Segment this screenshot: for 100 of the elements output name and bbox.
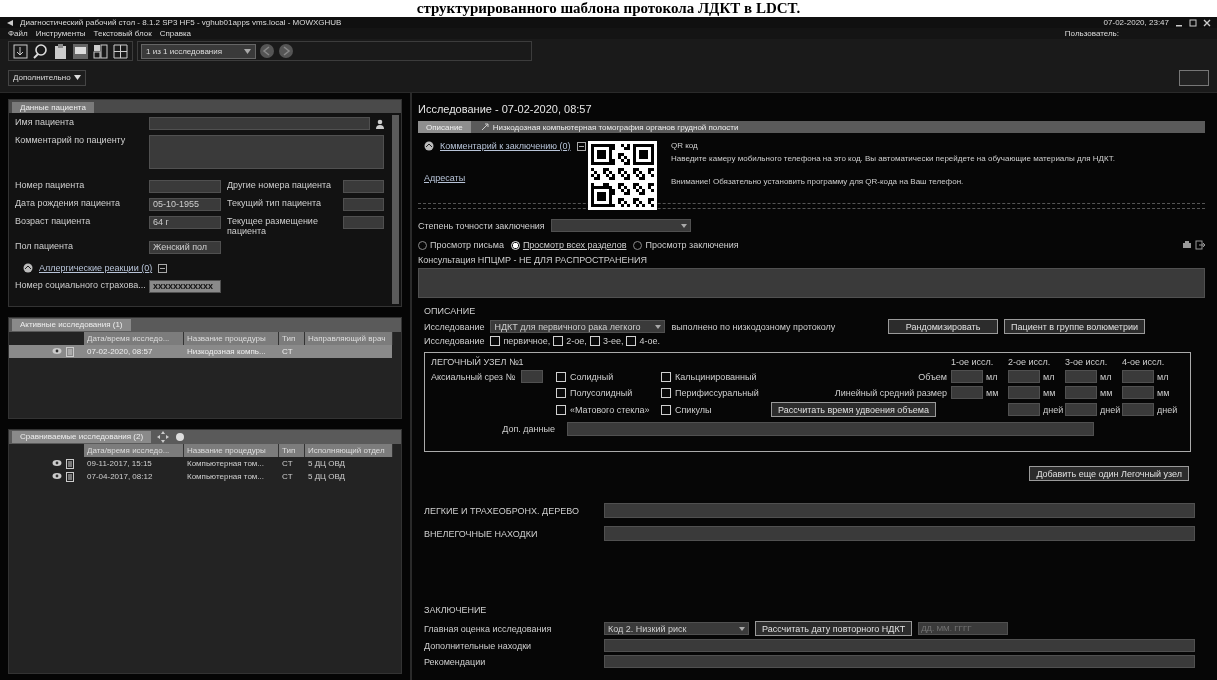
table-cell-text: 07-04-2017, 08:12 bbox=[86, 472, 154, 481]
checkbox[interactable] bbox=[490, 336, 501, 346]
input-field[interactable] bbox=[1065, 386, 1097, 399]
input-field[interactable] bbox=[951, 370, 983, 383]
field-label: Доп. данные bbox=[501, 424, 556, 434]
document-icon[interactable] bbox=[66, 471, 74, 482]
forward-icon[interactable] bbox=[278, 43, 294, 59]
table-row[interactable]: 07-04-2017, 08:12 Компьютерная том... CT 5 ДЦ ОВД bbox=[9, 470, 392, 483]
eye-icon[interactable] bbox=[52, 458, 62, 467]
tab[interactable]: Низкодозная компьютерная томография органов грудной полости bbox=[472, 121, 747, 133]
input-field[interactable]: Женский пол bbox=[149, 241, 221, 254]
eye-icon[interactable] bbox=[52, 471, 62, 480]
more-button[interactable]: Дополнительно bbox=[8, 69, 86, 86]
unit-label: мл bbox=[1043, 371, 1055, 382]
input-field[interactable] bbox=[149, 117, 370, 130]
move-icon[interactable] bbox=[157, 431, 170, 443]
radio-button[interactable] bbox=[633, 240, 643, 250]
radio-button[interactable] bbox=[418, 240, 427, 250]
menu-item[interactable]: Инструменты bbox=[35, 29, 86, 38]
menu-item[interactable]: Справка bbox=[159, 29, 192, 38]
input-field[interactable] bbox=[1122, 403, 1154, 416]
allergy-link[interactable]: Аллергические реакции (0) bbox=[39, 263, 153, 273]
eye-icon[interactable] bbox=[52, 346, 62, 355]
input-field[interactable] bbox=[1122, 386, 1154, 399]
section-heading: ОПИСАНИЕ bbox=[424, 306, 477, 316]
field-label: Возраст пациента bbox=[15, 216, 92, 226]
unit-label: мл bbox=[1157, 371, 1169, 382]
checkbox[interactable] bbox=[626, 336, 637, 346]
checkbox[interactable] bbox=[556, 387, 566, 398]
grid-icon[interactable] bbox=[112, 42, 129, 60]
checkbox[interactable] bbox=[553, 336, 564, 346]
app-icon bbox=[6, 18, 14, 27]
maximize-icon[interactable] bbox=[1189, 18, 1197, 27]
input-field[interactable]: 64 г bbox=[149, 216, 221, 229]
table-cell-text: 07-02-2020, 08:57 bbox=[86, 347, 154, 356]
input-field[interactable] bbox=[1122, 370, 1154, 383]
back-icon[interactable] bbox=[259, 43, 275, 59]
calc-doubling-button[interactable]: Рассчитать время удвоения объема bbox=[771, 402, 937, 417]
input-field[interactable] bbox=[1008, 403, 1040, 416]
input-field[interactable] bbox=[1008, 386, 1040, 399]
scan-icon bbox=[480, 123, 489, 131]
scrollbar[interactable] bbox=[392, 115, 399, 304]
input-field[interactable] bbox=[149, 180, 221, 193]
recipients-link[interactable]: Адресаты bbox=[424, 173, 466, 183]
menu-item[interactable]: Файл bbox=[8, 29, 28, 38]
radio-label[interactable]: Просмотр всех разделов bbox=[522, 240, 627, 250]
radio-label[interactable]: Просмотр заключения bbox=[645, 240, 739, 250]
input-field[interactable]: xxxxxxxxxxxx bbox=[149, 280, 221, 293]
layout-icon[interactable] bbox=[92, 42, 109, 60]
exam-title: Исследование - 07-02-2020, 08:57 bbox=[418, 103, 593, 115]
field-label: Аксиальный срез № bbox=[431, 371, 516, 382]
input-field[interactable] bbox=[343, 216, 384, 229]
checkbox[interactable] bbox=[661, 371, 671, 382]
checkbox[interactable] bbox=[661, 404, 671, 415]
field-label: Степень точности заключения bbox=[418, 220, 545, 231]
randomize-button[interactable]: Рандомизировать bbox=[888, 319, 999, 334]
user-label: Пользователь: bbox=[1064, 29, 1119, 38]
input-field[interactable]: 05-10-1955 bbox=[149, 198, 221, 211]
calc-date-button[interactable]: Рассчитать дату повторного НДКТ bbox=[755, 621, 913, 636]
panel-tab[interactable]: Данные пациента bbox=[12, 102, 94, 113]
search-icon[interactable] bbox=[32, 42, 49, 60]
close-icon[interactable] bbox=[1203, 18, 1211, 27]
comment-link[interactable]: Комментарий к заключению (0) bbox=[440, 141, 571, 151]
table-cell-text: CT bbox=[281, 347, 294, 356]
export-icon[interactable] bbox=[1195, 240, 1205, 250]
input-field[interactable] bbox=[1008, 370, 1040, 383]
grade-dropdown[interactable]: Код 2. Низкий риск bbox=[604, 622, 749, 635]
unit-label: дней bbox=[1157, 404, 1178, 415]
checkbox[interactable] bbox=[661, 387, 671, 398]
add-nodule-button[interactable]: Добавить еще один Легочный узел bbox=[1029, 466, 1189, 481]
input-field[interactable] bbox=[1065, 370, 1097, 383]
table-cell-text: 5 ДЦ ОВД bbox=[307, 472, 347, 481]
clipboard-icon[interactable] bbox=[52, 42, 69, 60]
comment-icon bbox=[424, 141, 434, 151]
volumetry-button[interactable]: Пациент в группе волюметрии bbox=[1004, 319, 1145, 334]
table-row[interactable]: 09-11-2017, 15:15 Компьютерная том... CT 5 ДЦ ОВД bbox=[9, 457, 392, 470]
input-field[interactable] bbox=[567, 422, 1094, 436]
monitor-icon[interactable] bbox=[72, 42, 89, 60]
expand-icon[interactable] bbox=[576, 141, 586, 151]
field-label: Номер пациента bbox=[15, 180, 86, 190]
import-icon[interactable] bbox=[12, 42, 29, 60]
panel-button[interactable] bbox=[1179, 69, 1209, 86]
input-field[interactable] bbox=[521, 370, 544, 383]
radio-label[interactable]: Просмотр письма bbox=[430, 240, 504, 250]
input-field[interactable] bbox=[951, 386, 983, 399]
circle-icon[interactable] bbox=[175, 432, 186, 442]
checkbox[interactable] bbox=[556, 371, 566, 382]
print-icon[interactable] bbox=[1182, 240, 1192, 250]
input-field[interactable] bbox=[343, 198, 384, 211]
field-label: Исследование bbox=[424, 321, 485, 332]
study-type-dropdown[interactable]: НДКТ для первичного рака легкого bbox=[490, 320, 666, 333]
menu-item[interactable]: Текстовый блок bbox=[93, 29, 152, 38]
document-icon[interactable] bbox=[66, 458, 74, 469]
checkbox[interactable] bbox=[556, 404, 566, 415]
checkbox[interactable] bbox=[589, 336, 600, 346]
input-field[interactable] bbox=[1065, 403, 1097, 416]
unit-label: мл bbox=[1100, 371, 1112, 382]
study-dropdown[interactable]: 1 из 1 исследования bbox=[141, 43, 256, 59]
input-field[interactable] bbox=[343, 180, 384, 193]
expand-icon[interactable] bbox=[158, 263, 168, 273]
